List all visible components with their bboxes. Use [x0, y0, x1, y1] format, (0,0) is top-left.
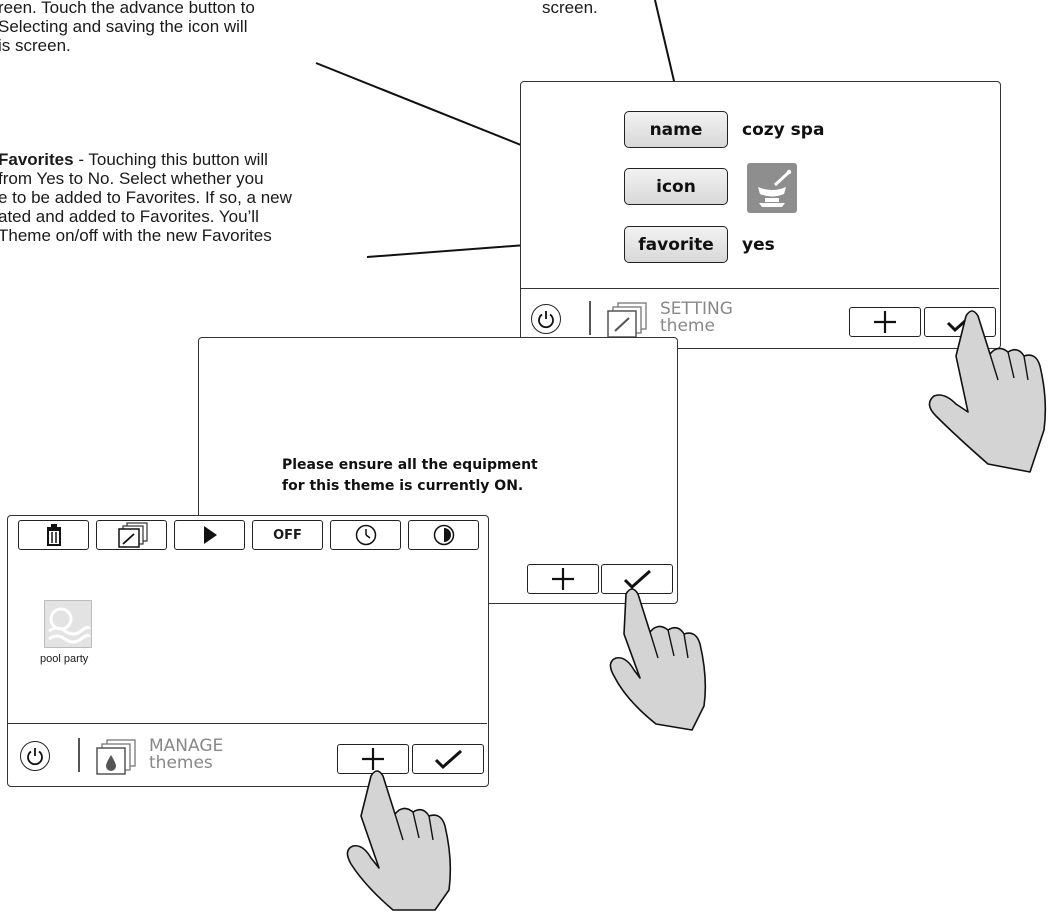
pool-party-label: pool party — [40, 653, 89, 665]
cozy-spa-glyph — [758, 169, 792, 207]
name-value: cozy spa — [742, 120, 825, 140]
light-show-icon — [433, 524, 454, 546]
manage-themes-screen: OFF pool party MANAGE themes — [7, 515, 489, 787]
plus-icon — [874, 311, 896, 333]
icon-button[interactable]: icon — [624, 168, 728, 205]
power-icon — [538, 311, 554, 329]
plus-icon — [552, 568, 574, 590]
power-button[interactable] — [20, 741, 50, 771]
edit-theme-button[interactable] — [96, 520, 167, 550]
play-button[interactable] — [174, 520, 245, 550]
setting-bar-subtitle: theme — [660, 316, 715, 336]
off-button[interactable]: OFF — [252, 520, 323, 550]
light-show-button[interactable] — [408, 520, 479, 550]
theme-tile-pool-party[interactable]: pool party — [40, 600, 102, 680]
pool-party-glyph — [48, 607, 91, 644]
name-button[interactable]: name — [624, 111, 728, 148]
timer-button[interactable] — [330, 520, 401, 550]
power-icon — [27, 748, 43, 766]
pointing-hand-icon — [609, 588, 707, 731]
edit-theme-stack-icon — [607, 302, 647, 338]
bar-divider — [78, 738, 80, 772]
add-button[interactable] — [527, 564, 599, 594]
play-icon — [203, 526, 217, 544]
confirm-message-line2: for this theme is currently ON. — [282, 478, 524, 494]
pointing-hand-icon — [928, 310, 1047, 473]
favorite-value: yes — [742, 235, 775, 255]
confirm-message-line1: Please ensure all the equipment — [282, 457, 538, 473]
edit-theme-icon — [117, 522, 148, 548]
manage-bar-subtitle: themes — [149, 753, 213, 773]
favorite-button[interactable]: favorite — [624, 226, 728, 263]
power-button[interactable] — [531, 304, 561, 334]
pointing-hand-icon — [346, 770, 452, 911]
off-label: OFF — [273, 527, 302, 543]
delete-button[interactable] — [18, 520, 89, 550]
add-button[interactable] — [849, 307, 921, 337]
cozy-spa-icon — [747, 163, 797, 213]
pool-party-icon — [44, 600, 92, 648]
trash-icon — [46, 524, 61, 546]
manage-themes-stack-icon — [96, 739, 136, 775]
clock-icon — [355, 524, 376, 546]
bar-divider — [589, 301, 591, 335]
